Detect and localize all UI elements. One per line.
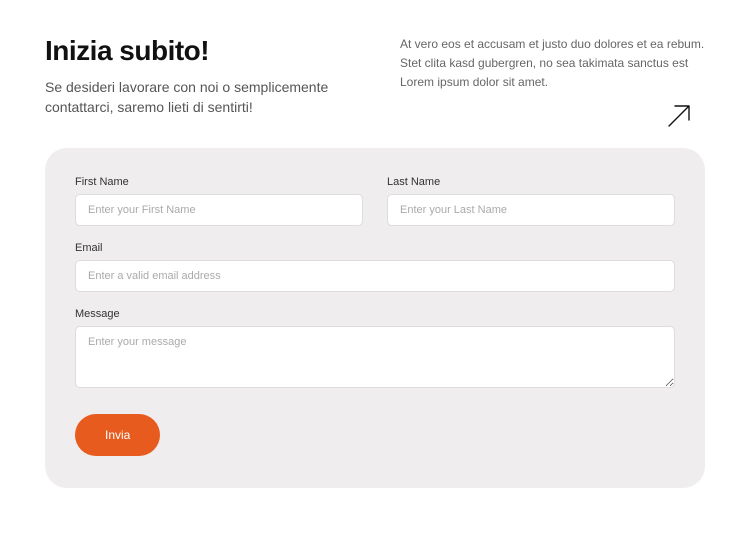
- message-label: Message: [75, 308, 675, 320]
- header-left: Inizia subito! Se desideri lavorare con …: [45, 35, 350, 118]
- email-label: Email: [75, 242, 675, 254]
- first-name-input[interactable]: [75, 194, 363, 226]
- contact-form: First Name Last Name Email Message Invia: [45, 148, 705, 488]
- email-field: Email: [75, 242, 675, 292]
- page-title: Inizia subito!: [45, 35, 350, 67]
- first-name-label: First Name: [75, 176, 363, 188]
- submit-button[interactable]: Invia: [75, 414, 160, 456]
- message-input[interactable]: [75, 326, 675, 388]
- subtitle: Se desideri lavorare con noi o semplicem…: [45, 77, 350, 118]
- arrow-up-right-icon: [663, 100, 695, 137]
- message-field: Message: [75, 308, 675, 388]
- last-name-input[interactable]: [387, 194, 675, 226]
- last-name-label: Last Name: [387, 176, 675, 188]
- header-right: At vero eos et accusam et justo duo dolo…: [400, 35, 705, 118]
- header: Inizia subito! Se desideri lavorare con …: [45, 35, 705, 118]
- description-text: At vero eos et accusam et justo duo dolo…: [400, 35, 705, 93]
- last-name-field: Last Name: [387, 176, 675, 226]
- email-input[interactable]: [75, 260, 675, 292]
- first-name-field: First Name: [75, 176, 363, 226]
